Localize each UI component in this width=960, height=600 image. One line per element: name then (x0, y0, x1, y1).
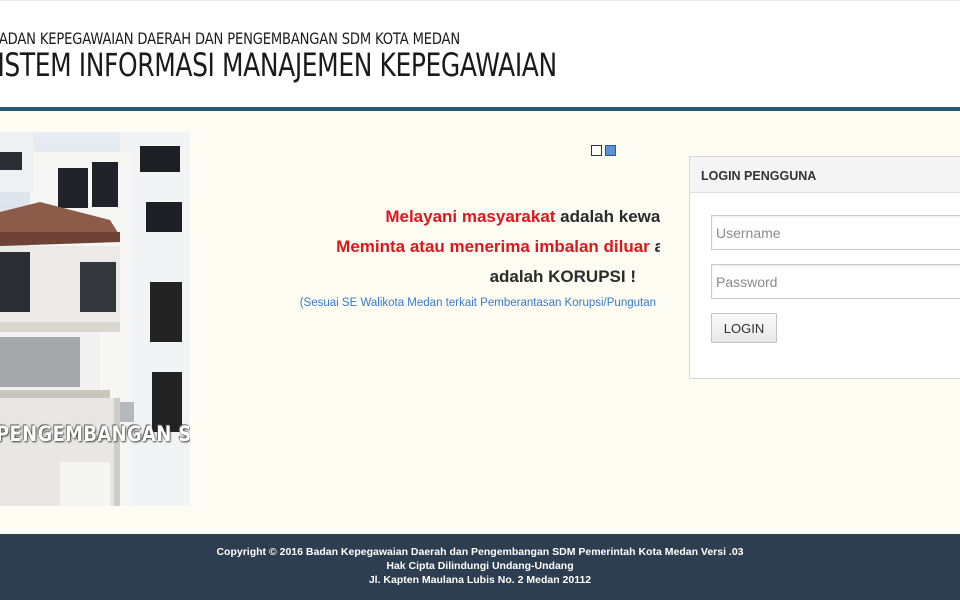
banner-caption: PENGEMBANGAN SDM (0, 422, 190, 446)
message-line-1: Melayani masyarakat adalah kewajiban (385, 207, 660, 227)
building-banner-image: PENGEMBANGAN SDM (0, 132, 190, 506)
footer-copyright: Copyright © 2016 Badan Kepegawaian Daera… (216, 546, 744, 558)
building-illustration (0, 132, 190, 506)
message-line-3: adalah KORUPSI ! (489, 267, 636, 286)
footer-address: Jl. Kapten Maulana Lubis No. 2 Medan 201… (368, 574, 592, 586)
login-panel: LOGIN PENGGUNA LOGIN (689, 156, 960, 379)
site-footer: Copyright © 2016 Badan Kepegawaian Daera… (0, 534, 960, 600)
anti-corruption-message: Melayani masyarakat adalah kewajiban Mem… (240, 201, 660, 321)
message-line-1-text: adalah kewajiban (560, 207, 660, 226)
username-input[interactable] (711, 215, 960, 250)
login-button[interactable]: LOGIN (711, 313, 777, 343)
slider-pagination (591, 145, 616, 156)
site-header: BADAN KEPEGAWAIAN DAERAH DAN PENGEMBANGA… (0, 0, 960, 112)
message-line-2: Meminta atau menerima imbalan diluar a (336, 237, 660, 257)
slider-dot-1[interactable] (591, 145, 602, 156)
password-input[interactable] (711, 264, 960, 299)
message-line-2-highlight: Meminta atau menerima imbalan diluar (336, 237, 650, 256)
message-line-1-highlight: Melayani masyarakat (385, 207, 556, 226)
message-source-note: (Sesuai SE Walikota Medan terkait Pember… (299, 297, 656, 309)
main-content: PENGEMBANGAN SDM Melayani masyarakat ada… (0, 111, 960, 534)
slider-dot-2[interactable] (605, 145, 616, 156)
footer-rights: Hak Cipta Dilindungi Undang-Undang (386, 560, 574, 572)
message-line-2-text: a (654, 237, 660, 256)
app-title: SISTEM INFORMASI MANAJEMEN KEPEGAWAIAN (0, 46, 557, 84)
login-panel-title: LOGIN PENGGUNA (690, 157, 960, 193)
